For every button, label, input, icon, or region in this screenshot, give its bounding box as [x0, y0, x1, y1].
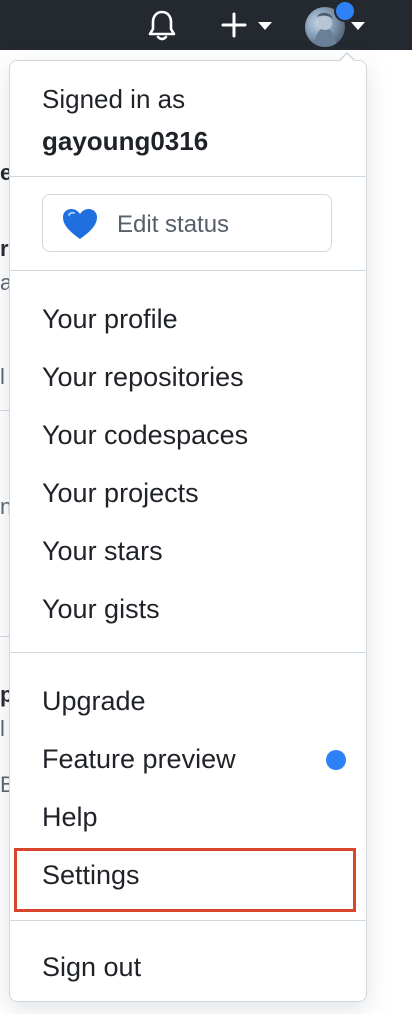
menu-item-your-gists[interactable]: Your gists: [10, 582, 366, 638]
menu-item-label: Your profile: [42, 304, 178, 334]
top-navigation-bar: [0, 0, 412, 50]
menu-item-sign-out[interactable]: Sign out: [10, 940, 366, 996]
menu-item-label: Upgrade: [42, 686, 146, 716]
menu-item-label: Your repositories: [42, 362, 244, 392]
menu-item-feature-preview[interactable]: Feature preview: [10, 732, 366, 788]
menu-item-your-profile[interactable]: Your profile: [10, 292, 366, 348]
plus-icon[interactable]: [220, 11, 248, 39]
menu-item-your-repositories[interactable]: Your repositories: [10, 350, 366, 406]
menu-divider: [10, 652, 366, 653]
menu-item-label: Your codespaces: [42, 420, 249, 450]
menu-divider: [10, 920, 366, 921]
menu-item-label: Your stars: [42, 536, 163, 566]
background-text-fragment: l: [0, 364, 5, 389]
signed-in-label: Signed in as: [42, 84, 186, 114]
settings-highlight-box: [14, 848, 356, 912]
edit-status-label: Edit status: [117, 211, 230, 238]
menu-item-label: Help: [42, 802, 98, 832]
feature-preview-badge: [326, 750, 346, 770]
menu-item-label: Your projects: [42, 478, 199, 508]
menu-item-your-codespaces[interactable]: Your codespaces: [10, 408, 366, 464]
menu-divider: [10, 270, 366, 271]
menu-item-label: Feature preview: [42, 744, 236, 774]
chevron-down-icon[interactable]: [351, 22, 365, 31]
blue-heart-icon: [63, 209, 97, 239]
menu-item-label: Your gists: [42, 594, 160, 624]
menu-item-help[interactable]: Help: [10, 790, 366, 846]
notification-dot: [334, 0, 356, 22]
menu-item-upgrade[interactable]: Upgrade: [10, 674, 366, 730]
bell-icon[interactable]: [146, 9, 178, 43]
background-text-fragment: r: [0, 236, 9, 261]
chevron-down-icon[interactable]: [258, 22, 272, 31]
menu-item-label: Sign out: [42, 952, 142, 982]
background-text-fragment: l: [0, 716, 5, 741]
edit-status-button[interactable]: Edit status: [42, 194, 332, 252]
username[interactable]: gayoung0316: [42, 126, 208, 157]
dropdown-caret-inner: [339, 54, 355, 62]
menu-divider: [10, 176, 366, 177]
menu-item-your-stars[interactable]: Your stars: [10, 524, 366, 580]
menu-item-your-projects[interactable]: Your projects: [10, 466, 366, 522]
